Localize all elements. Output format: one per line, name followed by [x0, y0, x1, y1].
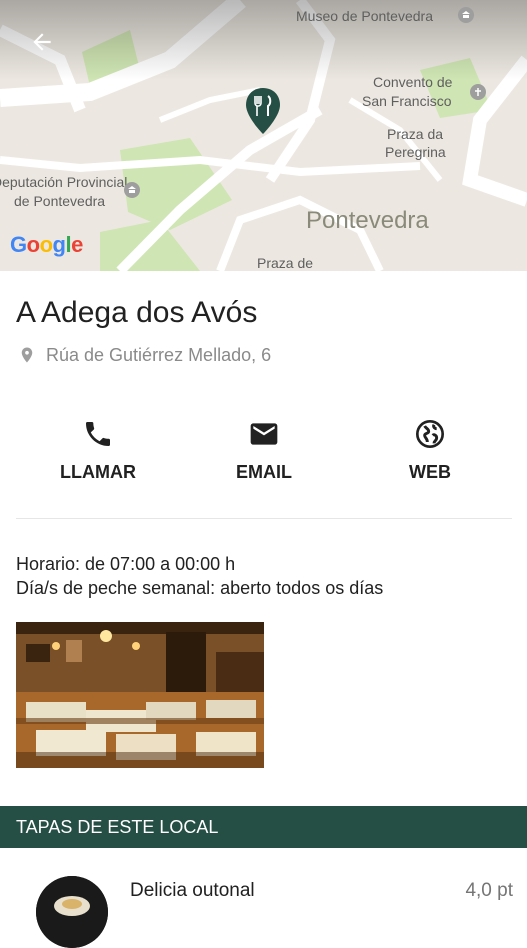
closing-day-text: Día/s de peche semanal: aberto todos os … [16, 578, 384, 598]
tapas-section-header: TAPAS DE ESTE LOCAL [0, 806, 527, 848]
phone-icon [86, 422, 110, 446]
map-label-praza-1: Praza da [387, 126, 444, 142]
back-button[interactable] [22, 22, 62, 62]
arrow-back-icon [33, 33, 51, 51]
call-label: LLAMAR [60, 462, 136, 482]
action-bar: LLAMAR EMAIL WEB [0, 418, 527, 488]
map-label-deputacion-1: Deputación Provincial [0, 174, 128, 190]
map-label-convento-1: Convento de [373, 74, 453, 90]
section-title: TAPAS DE ESTE LOCAL [16, 816, 219, 837]
map-top-shade [0, 0, 527, 80]
mail-icon [250, 423, 278, 445]
restaurant-pin-icon[interactable] [244, 86, 282, 141]
web-button[interactable]: WEB [360, 418, 500, 483]
map-label-deputacion-2: de Pontevedra [14, 193, 106, 209]
landmark-icon [124, 182, 140, 198]
restaurant-photo[interactable] [16, 622, 264, 768]
call-button[interactable]: LLAMAR [28, 418, 168, 483]
address-text: Rúa de Gutiérrez Mellado, 6 [46, 344, 272, 365]
divider [16, 518, 512, 519]
web-label: WEB [409, 462, 451, 482]
opening-info: Horario: de 07:00 a 00:00 h Día/s de pec… [16, 552, 383, 600]
museum-icon [458, 7, 474, 23]
hours-text: Horario: de 07:00 a 00:00 h [16, 554, 236, 574]
location-pin-icon [21, 347, 33, 363]
email-label: EMAIL [236, 462, 292, 482]
email-button[interactable]: EMAIL [194, 418, 334, 483]
tapa-price: 4,0 pt [465, 880, 513, 901]
map-label-city: Pontevedra [306, 207, 429, 234]
map-label-museo: Museo de Pontevedra [296, 8, 433, 24]
map-label-praza-2: Peregrina [385, 144, 446, 160]
tapa-thumbnail [36, 876, 108, 948]
map-label-convento-2: San Francisco [362, 93, 452, 109]
globe-icon [416, 420, 444, 448]
church-icon [470, 84, 486, 100]
map-view[interactable]: Museo de Pontevedra Convento de San Fran… [0, 0, 527, 271]
google-logo: Google [10, 232, 83, 257]
place-address: Rúa de Gutiérrez Mellado, 6 [18, 344, 271, 366]
tapa-name: Delicia outonal [130, 880, 255, 901]
map-label-praza-de: Praza de [257, 255, 314, 271]
place-name: A Adega dos Avós [16, 296, 258, 329]
